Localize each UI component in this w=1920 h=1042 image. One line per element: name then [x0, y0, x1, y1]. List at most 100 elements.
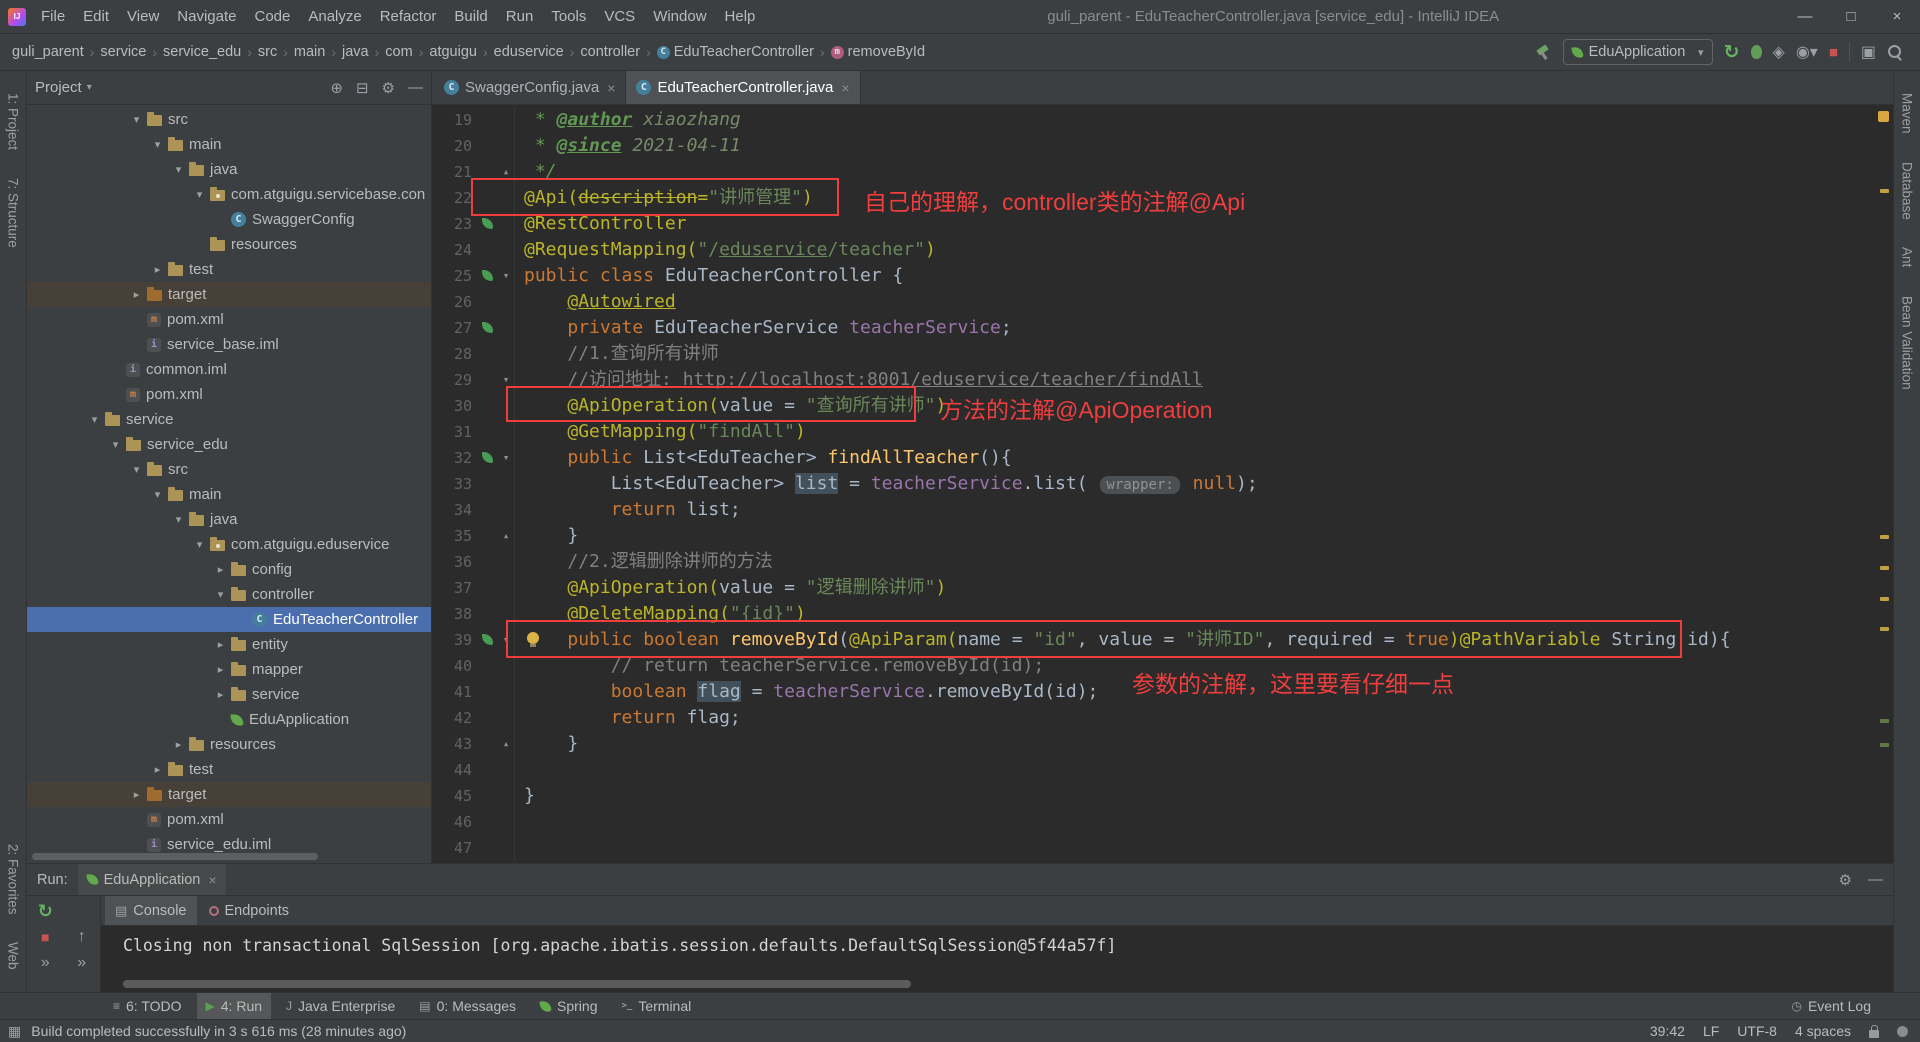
tree-item-target[interactable]: ▸ target — [27, 782, 431, 807]
tree-collapse-arrow-icon[interactable]: ▾ — [126, 463, 147, 476]
line-number[interactable]: 36 — [432, 549, 478, 575]
tree-item-resources[interactable]: ▸ resources — [27, 732, 431, 757]
tree-expand-arrow-icon[interactable]: ▸ — [210, 688, 231, 701]
editor-tab-EduTeacherController.java[interactable]: C EduTeacherController.java × — [626, 71, 861, 104]
tree-collapse-arrow-icon[interactable]: ▾ — [147, 488, 168, 501]
editor-tab-SwaggerConfig.java[interactable]: C SwaggerConfig.java × — [434, 71, 627, 104]
close-icon[interactable]: × — [841, 80, 849, 96]
tree-item-EduApplication[interactable]: EduApplication — [27, 707, 431, 732]
code-line-34[interactable]: 34 return list; — [432, 497, 1893, 523]
menu-analyze[interactable]: Analyze — [299, 0, 370, 33]
toolwindow-button-spring[interactable]: Spring — [531, 993, 606, 1019]
code-line-20[interactable]: 20 * @since 2021-04-11 — [432, 133, 1893, 159]
code-line-37[interactable]: 37 @ApiOperation(value = "逻辑删除讲师") — [432, 575, 1893, 601]
toolwindow-button-project[interactable]: 1: Project — [6, 93, 21, 150]
line-number[interactable]: 26 — [432, 289, 478, 315]
menu-edit[interactable]: Edit — [74, 0, 118, 33]
collapse-all-icon[interactable]: ⊟ — [356, 79, 369, 97]
toolwindow-button-messages[interactable]: ▤ 0: Messages — [410, 993, 525, 1019]
breadcrumb-item-service[interactable]: service — [98, 42, 148, 62]
tree-expand-arrow-icon[interactable]: ▸ — [210, 563, 231, 576]
tree-collapse-arrow-icon[interactable]: ▾ — [147, 138, 168, 151]
tree-item-pom.xml[interactable]: m pom.xml — [27, 807, 431, 832]
run-icon[interactable]: ↻ — [1724, 41, 1740, 64]
tree-item-java[interactable]: ▾ java — [27, 157, 431, 182]
run-config-select[interactable]: EduApplication ▾ — [1562, 39, 1713, 65]
tree-item-entity[interactable]: ▸ entity — [27, 632, 431, 657]
build-hammer-icon[interactable] — [1534, 43, 1552, 61]
tree-collapse-arrow-icon[interactable]: ▾ — [126, 113, 147, 126]
breadcrumb-item-atguigu[interactable]: atguigu — [427, 42, 479, 62]
line-number[interactable]: 27 — [432, 315, 478, 341]
line-number[interactable]: 32 — [432, 445, 478, 471]
fold-down-icon[interactable]: ▾ — [498, 445, 514, 471]
tree-collapse-arrow-icon[interactable]: ▾ — [168, 513, 189, 526]
tree-collapse-arrow-icon[interactable]: ▾ — [168, 163, 189, 176]
code-line-43[interactable]: 43 ▴ } — [432, 731, 1893, 757]
breadcrumb-item-controller[interactable]: controller — [578, 42, 642, 62]
tree-expand-arrow-icon[interactable]: ▸ — [168, 738, 189, 751]
code-line-36[interactable]: 36 //2.逻辑删除讲师的方法 — [432, 549, 1893, 575]
line-number[interactable]: 45 — [432, 783, 478, 809]
tree-collapse-arrow-icon[interactable]: ▾ — [210, 588, 231, 601]
tree-item-controller[interactable]: ▾ controller — [27, 582, 431, 607]
error-stripe[interactable] — [1877, 105, 1893, 863]
menu-file[interactable]: File — [32, 0, 74, 33]
indent-style[interactable]: 4 spaces — [1795, 1023, 1851, 1039]
breadcrumb-item-com[interactable]: com — [383, 42, 414, 62]
toolwindow-button-favorites[interactable]: 2: Favorites — [6, 844, 21, 915]
inspections-level-icon[interactable] — [1897, 1025, 1908, 1037]
toolwindow-button-ant[interactable]: Ant — [1900, 247, 1915, 267]
breadcrumb-item-src[interactable]: src — [256, 42, 279, 62]
toolwindow-button-structure[interactable]: 7: Structure — [6, 178, 21, 248]
tree-item-common.iml[interactable]: i common.iml — [27, 357, 431, 382]
toolwindow-button-maven[interactable]: Maven — [1900, 93, 1915, 134]
run-view-tab-endpoints[interactable]: Endpoints — [199, 896, 300, 925]
line-number[interactable]: 46 — [432, 809, 478, 835]
line-number[interactable]: 44 — [432, 757, 478, 783]
fold-down-icon[interactable]: ▾ — [498, 263, 514, 289]
minimize-icon[interactable]: — — [1782, 0, 1828, 33]
line-number[interactable]: 31 — [432, 419, 478, 445]
tree-item-service_edu[interactable]: ▾ service_edu — [27, 432, 431, 457]
tree-collapse-arrow-icon[interactable]: ▾ — [189, 188, 210, 201]
tree-item-service[interactable]: ▸ service — [27, 682, 431, 707]
line-number[interactable]: 41 — [432, 679, 478, 705]
breadcrumb-item-removeById[interactable]: m removeById — [829, 42, 927, 62]
tree-item-mapper[interactable]: ▸ mapper — [27, 657, 431, 682]
code-line-35[interactable]: 35 ▴ } — [432, 523, 1893, 549]
code-line-19[interactable]: 19 * @author xiaozhang — [432, 107, 1893, 133]
code-line-26[interactable]: 26 @Autowired — [432, 289, 1893, 315]
stop-icon[interactable]: ■ — [41, 928, 49, 946]
line-number[interactable]: 25 — [432, 263, 478, 289]
line-number[interactable]: 39 — [432, 627, 478, 653]
menu-help[interactable]: Help — [716, 0, 765, 33]
close-icon[interactable]: × — [208, 872, 216, 888]
layout-icon[interactable]: ▣ — [1861, 42, 1876, 62]
tree-item-service_base.iml[interactable]: i service_base.iml — [27, 332, 431, 357]
line-number[interactable]: 38 — [432, 601, 478, 627]
tree-item-src[interactable]: ▾ src — [27, 107, 431, 132]
tree-item-src[interactable]: ▾ src — [27, 457, 431, 482]
profiler-icon[interactable]: ◉▾ — [1796, 42, 1818, 62]
debug-icon[interactable] — [1750, 45, 1762, 59]
more-icons-chevron[interactable]: » — [41, 954, 50, 972]
toolwindow-button-database[interactable]: Database — [1900, 162, 1915, 220]
menu-vcs[interactable]: VCS — [595, 0, 644, 33]
tree-item-java[interactable]: ▾ java — [27, 507, 431, 532]
toolwindow-button-terminal[interactable]: >_ Terminal — [612, 993, 700, 1019]
hide-panel-icon[interactable]: — — [408, 79, 423, 97]
project-panel-title[interactable]: Project ▾ — [35, 79, 92, 96]
tree-expand-arrow-icon[interactable]: ▸ — [147, 263, 168, 276]
fold-up-icon[interactable]: ▴ — [498, 731, 514, 757]
breadcrumb-item-java[interactable]: java — [340, 42, 371, 62]
toolwindow-button-beanvalidation[interactable]: Bean Validation — [1900, 296, 1915, 390]
toolwindow-button-web[interactable]: Web — [6, 942, 21, 970]
menu-code[interactable]: Code — [245, 0, 299, 33]
tree-item-test[interactable]: ▸ test — [27, 757, 431, 782]
file-warnings-indicator[interactable] — [1878, 111, 1889, 122]
line-number[interactable]: 42 — [432, 705, 478, 731]
line-number[interactable]: 43 — [432, 731, 478, 757]
tree-item-main[interactable]: ▾ main — [27, 132, 431, 157]
run-tab-eduapplication[interactable]: EduApplication × — [77, 864, 226, 895]
